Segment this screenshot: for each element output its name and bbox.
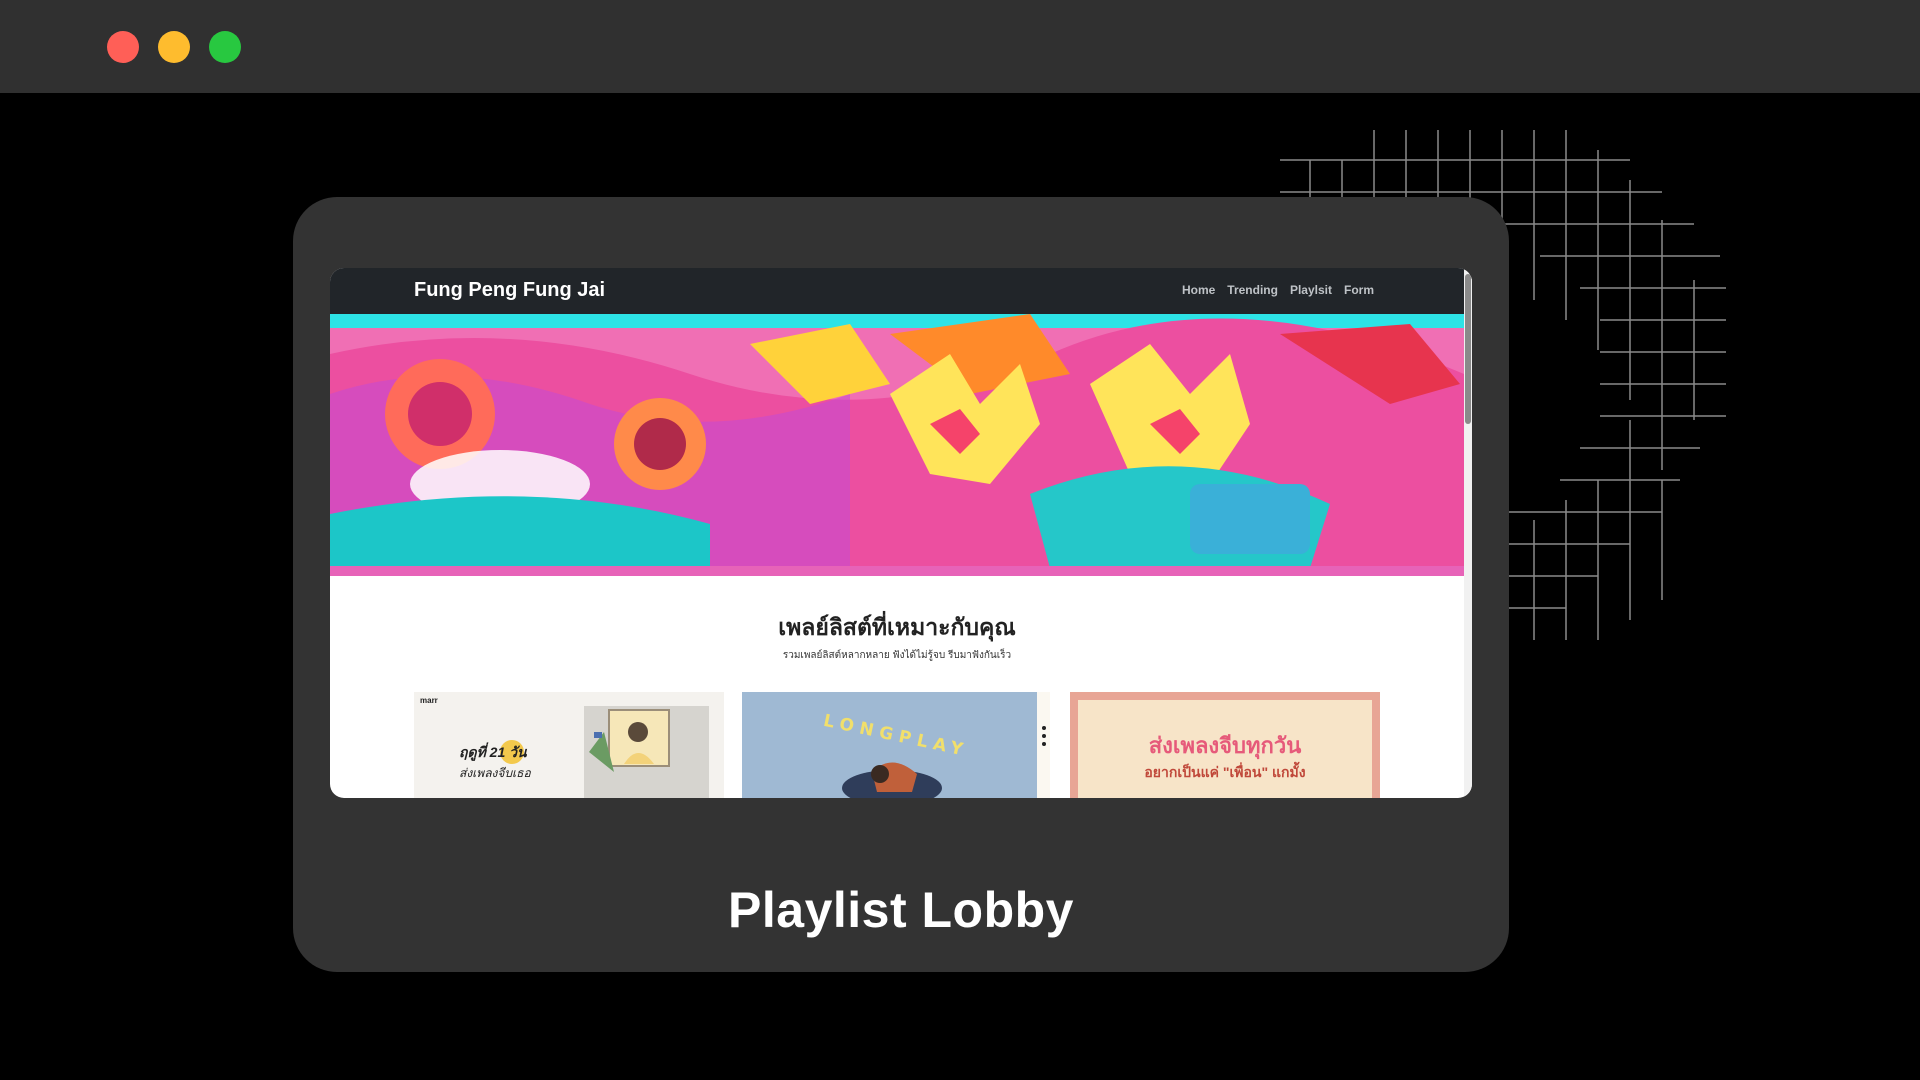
playlist-3-title-line2: อยากเป็นแค่ "เพื่อน" แกมั้ง	[1144, 764, 1306, 780]
site-brand[interactable]: Fung Peng Fung Jai	[414, 279, 605, 302]
section-title: เพลย์ลิสต์ที่เหมาะกับคุณ	[778, 614, 1016, 640]
nav-form-link[interactable]: Form	[1344, 283, 1374, 297]
nav-links: Home Trending Playlsit Form	[1182, 283, 1374, 297]
playlist-1-title-line2: ส่งเพลงจีบเธอ	[459, 766, 531, 780]
minimize-window-button[interactable]	[158, 31, 190, 63]
playlist-card-1[interactable]: marr ฤดูที่ 21 วัน ส่งเพลงจีบเธอ	[414, 692, 724, 798]
window-title-bar	[0, 0, 1920, 93]
hero-banner-image	[330, 314, 1464, 576]
scrollbar-thumb[interactable]	[1465, 274, 1471, 424]
section-subtitle: รวมเพลย์ลิสต์หลากหลาย ฟังได้ไม่รู้จบ รีบ…	[782, 650, 1012, 661]
maximize-window-button[interactable]	[209, 31, 241, 63]
playlist-card-2[interactable]: LONGPLAY	[742, 692, 1050, 798]
playlist-1-title-line1: ฤดูที่ 21 วัน	[459, 744, 527, 760]
close-window-button[interactable]	[107, 31, 139, 63]
nav-home-link[interactable]: Home	[1182, 283, 1215, 297]
card-caption: Playlist Lobby	[728, 882, 1074, 938]
playlist-3-title-line1: ส่งเพลงจีบทุกวัน	[1148, 733, 1302, 758]
website-preview: Fung Peng Fung Jai Home Trending Playlsi…	[330, 268, 1472, 798]
nav-playlist-link[interactable]: Playlsit	[1290, 283, 1332, 297]
playlist-1-publisher: marr	[420, 696, 438, 705]
nav-trending-link[interactable]: Trending	[1227, 283, 1278, 297]
site-navbar: Fung Peng Fung Jai Home Trending Playlsi…	[330, 268, 1464, 314]
playlist-card-3[interactable]: ส่งเพลงจีบทุกวัน อยากเป็นแค่ "เพื่อน" แก…	[1070, 692, 1380, 798]
page-scrollbar[interactable]	[1464, 268, 1472, 798]
